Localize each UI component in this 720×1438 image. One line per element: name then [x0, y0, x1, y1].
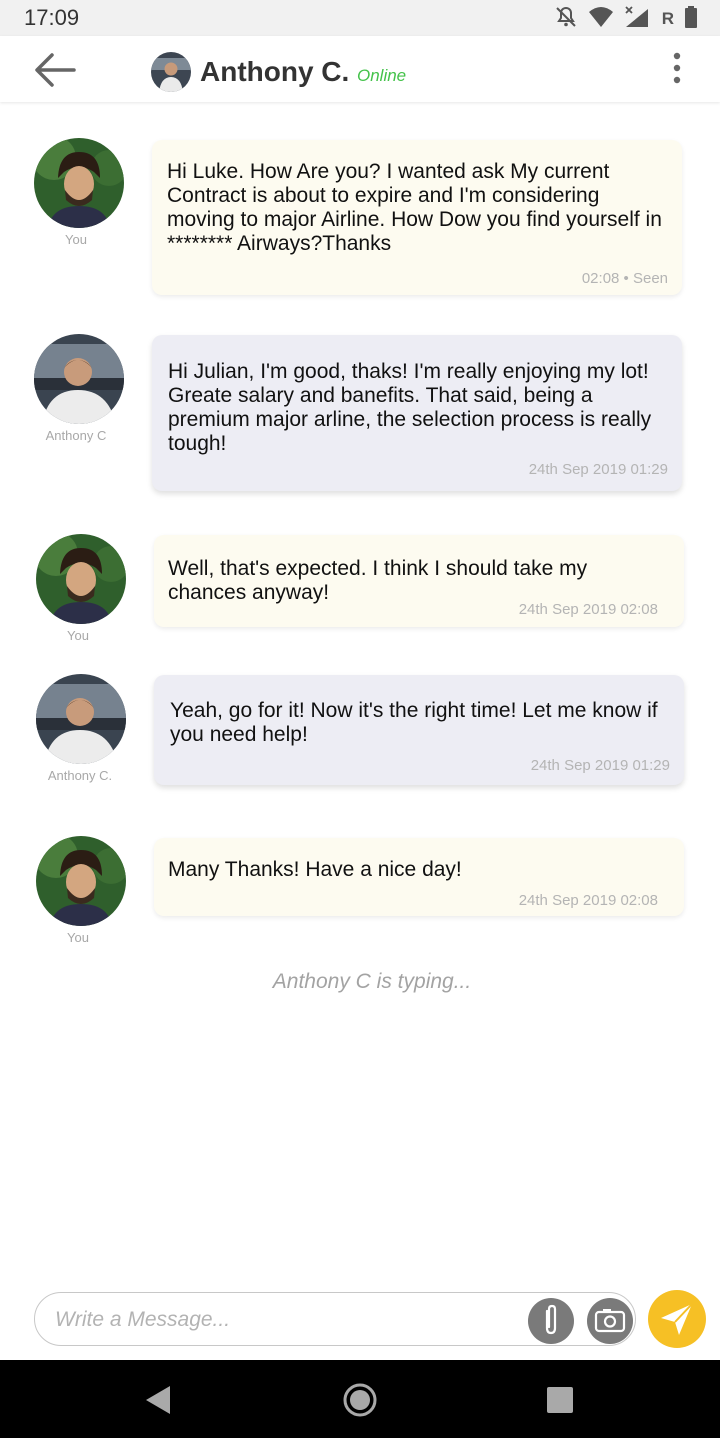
typing-indicator: Anthony C is typing... [272, 970, 472, 993]
system-nav-bar [0, 1360, 720, 1438]
message-text: Yeah, go for it! Now it's the right time… [170, 699, 658, 746]
chat-header: Anthony C. Online [0, 36, 720, 102]
camera-icon [594, 1309, 626, 1333]
send-icon [661, 1303, 693, 1335]
message-bubble[interactable]: Hi Julian, I'm good, thaks! I'm really e… [152, 335, 682, 491]
nav-recents-button[interactable] [540, 1382, 580, 1418]
nav-back-button[interactable] [140, 1382, 180, 1418]
message-text: Well, that's expected. I think I should … [168, 557, 588, 604]
message-timestamp: 24th Sep 2019 02:08 [518, 892, 658, 909]
user-avatar [36, 534, 126, 624]
attach-button[interactable] [528, 1298, 574, 1344]
message-timestamp: 24th Sep 2019 02:08 [518, 601, 658, 618]
message-bubble[interactable]: Yeah, go for it! Now it's the right time… [154, 675, 684, 785]
send-button[interactable] [648, 1290, 706, 1348]
cellular-signal-icon [624, 5, 652, 34]
user-avatar [36, 836, 126, 926]
camera-button[interactable] [587, 1298, 633, 1344]
battery-icon [684, 5, 698, 34]
message-bubble[interactable]: Hi Luke. How Are you? I wanted ask My cu… [152, 140, 682, 295]
sender-label: You [67, 930, 89, 945]
status-bar: 17:09 R [0, 0, 720, 36]
message-timestamp: 24th Sep 2019 01:29 [530, 757, 670, 774]
status-icons: R [554, 5, 698, 34]
message-timestamp: 24th Sep 2019 01:29 [528, 461, 668, 478]
contact-name: Anthony C. [200, 56, 350, 87]
message-text: Hi Julian, I'm good, thaks! I'm really e… [168, 360, 652, 455]
contact-avatar [34, 334, 124, 424]
nav-home-icon [343, 1383, 377, 1417]
notifications-off-icon [554, 5, 578, 34]
online-status: Online [357, 66, 407, 85]
status-time: 17:09 [24, 5, 80, 30]
more-vertical-icon [673, 52, 681, 84]
back-button[interactable] [30, 50, 82, 90]
message-composer [34, 1292, 636, 1346]
nav-recents-icon [547, 1387, 573, 1413]
message-bubble[interactable]: Many Thanks! Have a nice day! 24th Sep 2… [154, 838, 684, 916]
message-input[interactable] [53, 1303, 497, 1337]
sender-label: You [65, 232, 87, 247]
paperclip-icon [545, 1304, 557, 1335]
sender-label: Anthony C. [47, 768, 113, 783]
nav-back-icon [146, 1386, 170, 1414]
message-text: Hi Luke. How Are you? I wanted ask My cu… [167, 160, 662, 255]
carrier-letter: R [661, 9, 674, 28]
sender-label: Anthony C [45, 428, 107, 443]
message-text: Many Thanks! Have a nice day! [168, 858, 462, 881]
message-bubble[interactable]: Well, that's expected. I think I should … [154, 535, 684, 627]
contact-avatar[interactable] [151, 52, 191, 92]
more-options-button[interactable] [664, 50, 690, 90]
message-timestamp: 02:08 • Seen [581, 270, 668, 287]
back-arrow-icon [35, 53, 76, 87]
nav-home-button[interactable] [340, 1382, 380, 1418]
contact-avatar [36, 674, 126, 764]
sender-label: You [67, 628, 89, 643]
wifi-icon [588, 6, 614, 33]
user-avatar [34, 138, 124, 228]
